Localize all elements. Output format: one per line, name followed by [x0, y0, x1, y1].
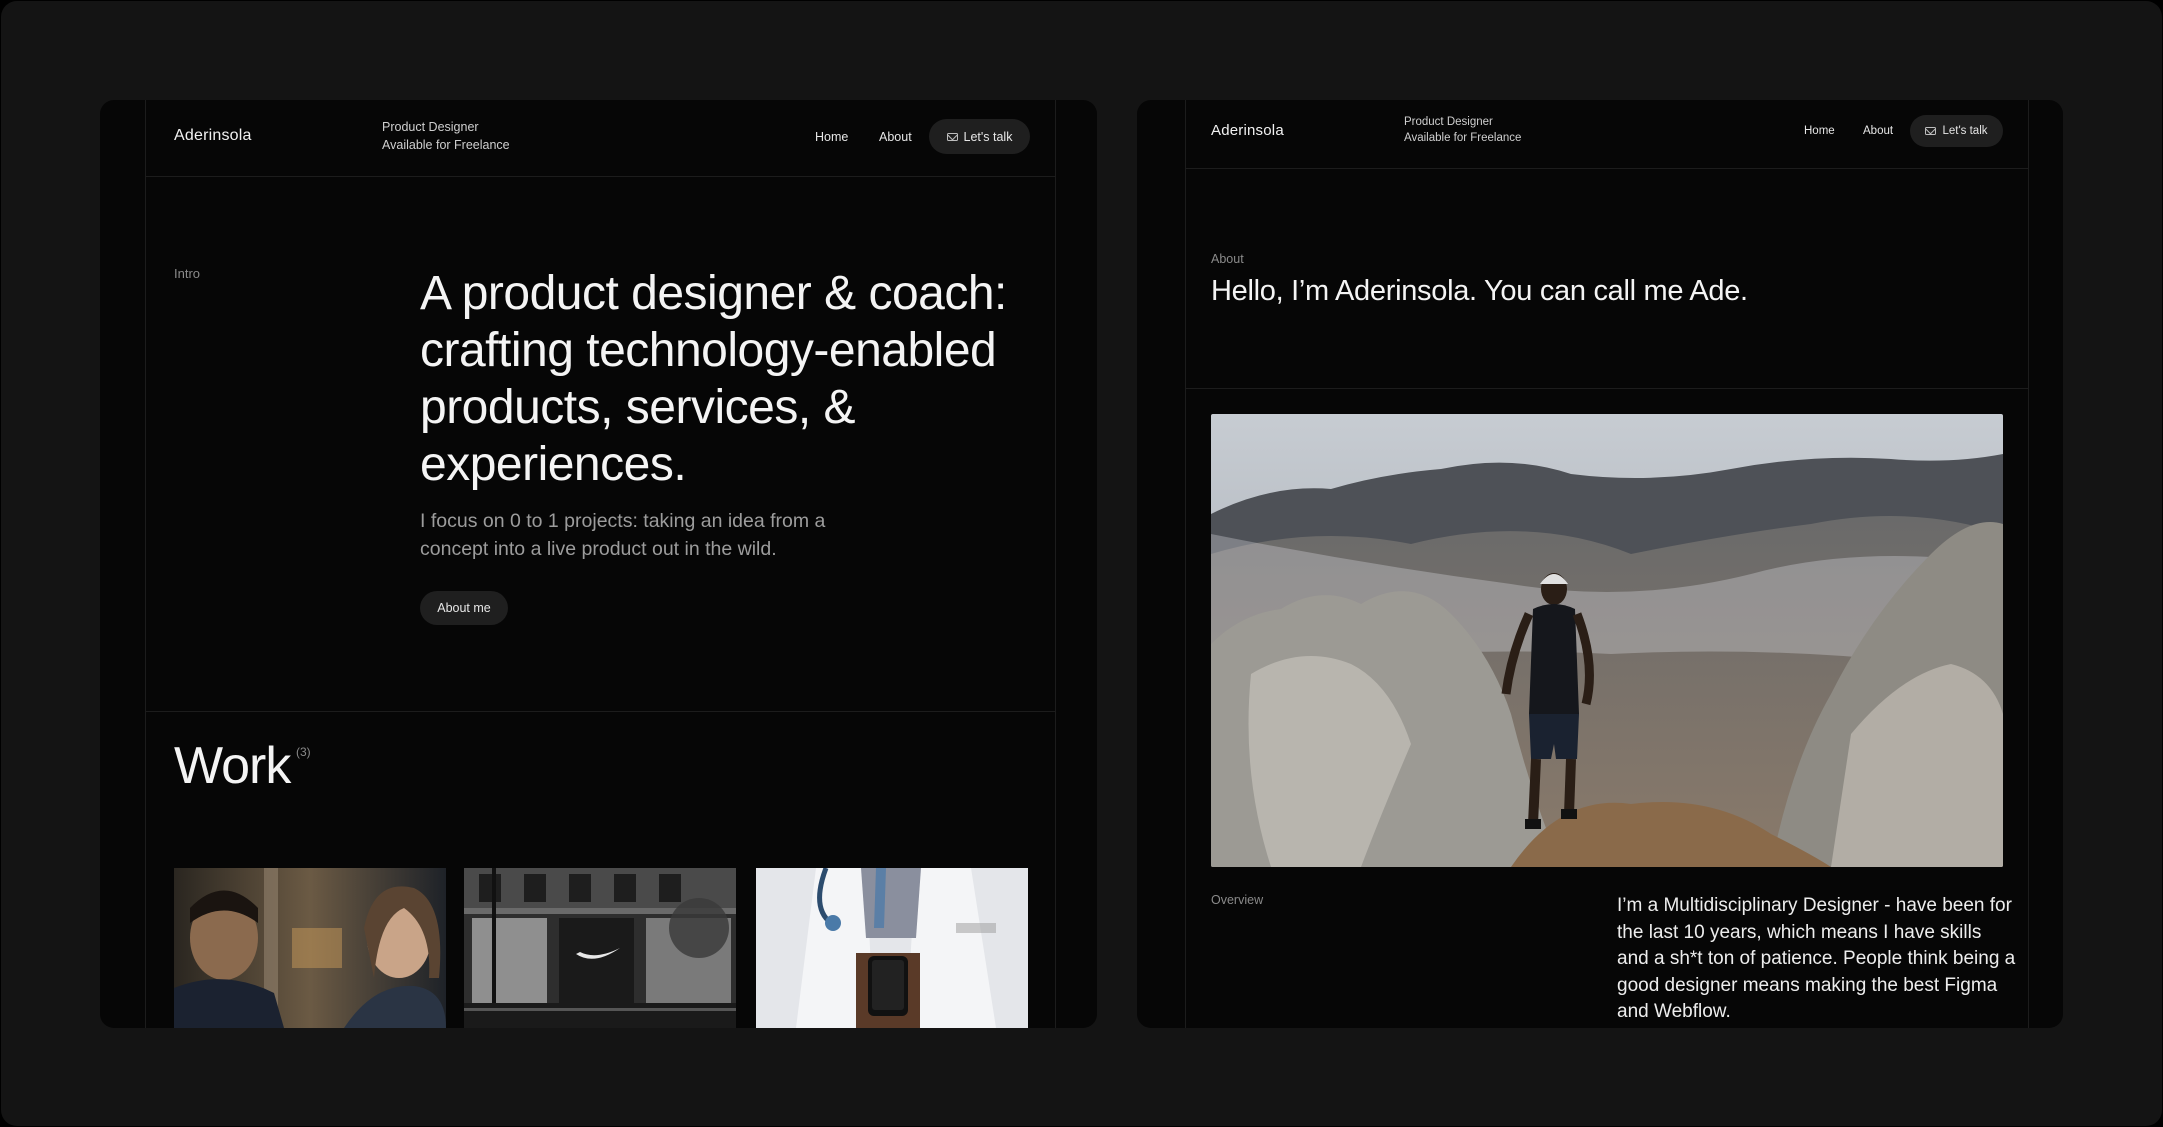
home-page-preview: Aderinsola Product Designer Available fo… [100, 100, 1097, 1028]
mail-icon [1925, 127, 1937, 135]
hero-headline: A product designer & coach: crafting tec… [420, 267, 1007, 491]
grid-line-right [2028, 100, 2029, 1028]
about-me-button[interactable]: About me [420, 591, 508, 625]
work-thumbnail-1[interactable] [174, 868, 446, 1028]
site-logo[interactable]: Aderinsola [1211, 122, 1284, 139]
lets-talk-button[interactable]: Let's talk [1910, 115, 2003, 147]
about-page-preview: Aderinsola Product Designer Available fo… [1137, 100, 2063, 1028]
grid-line-left [1185, 100, 1186, 1028]
tagline-role: Product Designer [382, 120, 479, 134]
doctor-phone-photo-icon [756, 868, 1028, 1028]
hero-subtext: I focus on 0 to 1 projects: taking an id… [420, 510, 826, 560]
nav-home-link[interactable]: Home [815, 130, 848, 144]
storefront-photo-icon [464, 868, 736, 1028]
section-divider [1185, 388, 2029, 389]
tagline-role: Product Designer [1404, 116, 1493, 128]
work-count: (3) [296, 745, 311, 759]
showcase-canvas: Aderinsola Product Designer Available fo… [1, 1, 2162, 1126]
work-title: Work [174, 737, 291, 795]
about-label: About [1211, 252, 1244, 266]
nav-home-link[interactable]: Home [1804, 125, 1835, 137]
grid-line-left [145, 100, 146, 1028]
nav-about-link[interactable]: About [1863, 125, 1893, 137]
about-heading: Hello, I’m Aderinsola. You can call me A… [1211, 275, 1748, 307]
site-tagline: Product Designer Available for Freelance [382, 118, 510, 154]
section-divider [145, 711, 1056, 712]
tagline-availability: Available for Freelance [382, 138, 510, 152]
site-logo[interactable]: Aderinsola [174, 127, 252, 145]
about-photo [1211, 414, 2003, 867]
lets-talk-button[interactable]: Let's talk [929, 119, 1030, 154]
intro-label: Intro [174, 266, 201, 281]
tagline-availability: Available for Freelance [1404, 132, 1522, 144]
header-divider [1185, 168, 2029, 169]
lets-talk-label: Let's talk [963, 129, 1013, 144]
mail-icon [946, 132, 958, 141]
two-people-photo-icon [174, 868, 446, 1028]
nav-about-link[interactable]: About [879, 130, 912, 144]
lets-talk-label: Let's talk [1942, 125, 1988, 137]
work-thumbnail-2[interactable] [464, 868, 736, 1028]
work-thumbnail-3[interactable] [756, 868, 1028, 1028]
overview-text: I’m a Multidisciplinary Designer - have … [1617, 895, 2016, 1022]
header-divider [145, 176, 1056, 177]
overview-label: Overview [1211, 893, 1264, 907]
hiker-on-volcano-photo-icon [1211, 414, 2003, 867]
site-tagline: Product Designer Available for Freelance [1404, 114, 1521, 146]
grid-line-right [1055, 100, 1056, 1028]
